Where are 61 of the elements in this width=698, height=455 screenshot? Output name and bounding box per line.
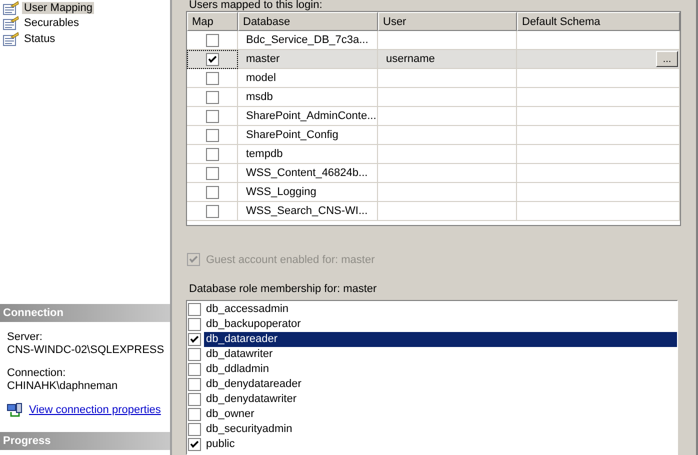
checkbox[interactable] [206, 110, 218, 122]
connection-user: CHINAHK\daphneman [7, 380, 119, 393]
checkbox[interactable] [206, 72, 218, 84]
checkbox-label: Guest account enabled for: master [206, 254, 375, 266]
table-cell: tempdb [238, 145, 378, 164]
checkbox[interactable] [188, 438, 201, 451]
table-cell: SharePoint_AdminConte... [238, 107, 378, 126]
checkbox[interactable] [188, 318, 201, 331]
checkbox[interactable] [188, 363, 201, 376]
list-item[interactable]: db_securityadmin [204, 422, 677, 437]
checkbox[interactable] [206, 34, 218, 46]
checkbox[interactable] [188, 303, 201, 316]
checkbox[interactable] [206, 186, 218, 198]
table-cell: username [378, 50, 517, 69]
checkbox[interactable] [188, 333, 201, 346]
checkbox[interactable] [188, 378, 201, 391]
column-header[interactable]: Database [238, 12, 378, 31]
table-cell: WSS_Content_46824b... [238, 164, 378, 183]
server-name: CNS-WINDC-02\SQLEXPRESS [7, 344, 166, 357]
checkbox[interactable] [188, 423, 201, 436]
server-label: Server: [7, 331, 44, 344]
column-header[interactable]: Map [187, 12, 238, 31]
section-header: Connection [0, 304, 170, 322]
connection-label: Connection: [7, 367, 67, 380]
checkbox[interactable] [188, 348, 201, 361]
table-cell: msdb [238, 88, 378, 107]
list-item[interactable]: db_backupoperator [204, 317, 677, 332]
computers-icon [7, 403, 23, 418]
column-header[interactable]: User [378, 12, 517, 31]
checkbox[interactable] [206, 148, 218, 160]
table-cell: WSS_Search_CNS-WI... [238, 202, 378, 221]
list-item[interactable]: db_ddladmin [204, 362, 677, 377]
list-item[interactable]: db_datawriter [204, 347, 677, 362]
table-cell: WSS_Logging [238, 183, 378, 202]
browse-button[interactable]: ... [656, 51, 678, 67]
sidebar-item[interactable]: Securables [22, 17, 82, 30]
grid-caption: Users mapped to this login: [188, 0, 324, 11]
list-caption: Database role membership for: master [188, 283, 378, 295]
table-cell: master [238, 50, 378, 69]
sidebar-item[interactable]: User Mapping [22, 2, 94, 14]
list-item[interactable]: db_denydatawriter [204, 392, 677, 407]
checkbox[interactable] [188, 393, 201, 406]
page-icon [3, 16, 19, 30]
checkbox[interactable] [188, 408, 201, 421]
list-item[interactable]: db_denydatareader [204, 377, 677, 392]
column-header[interactable]: Default Schema [517, 12, 680, 31]
list-item[interactable]: db_accessadmin [204, 302, 677, 317]
page-icon [3, 32, 19, 46]
list-item[interactable]: db_datareader [204, 332, 677, 347]
checkbox[interactable] [206, 166, 218, 180]
table-cell: model [238, 69, 378, 88]
list-item[interactable]: public [204, 437, 677, 452]
view-connection-link[interactable]: View connection properties [29, 404, 161, 417]
table-cell: SharePoint_Config [238, 126, 378, 145]
checkbox[interactable] [206, 90, 218, 104]
checkbox[interactable] [206, 128, 218, 142]
checkbox[interactable] [206, 52, 218, 66]
list-item[interactable]: db_owner [204, 407, 677, 422]
section-header: Progress [0, 432, 170, 450]
sidebar-item[interactable]: Status [22, 32, 58, 45]
checkbox[interactable] [206, 204, 218, 218]
